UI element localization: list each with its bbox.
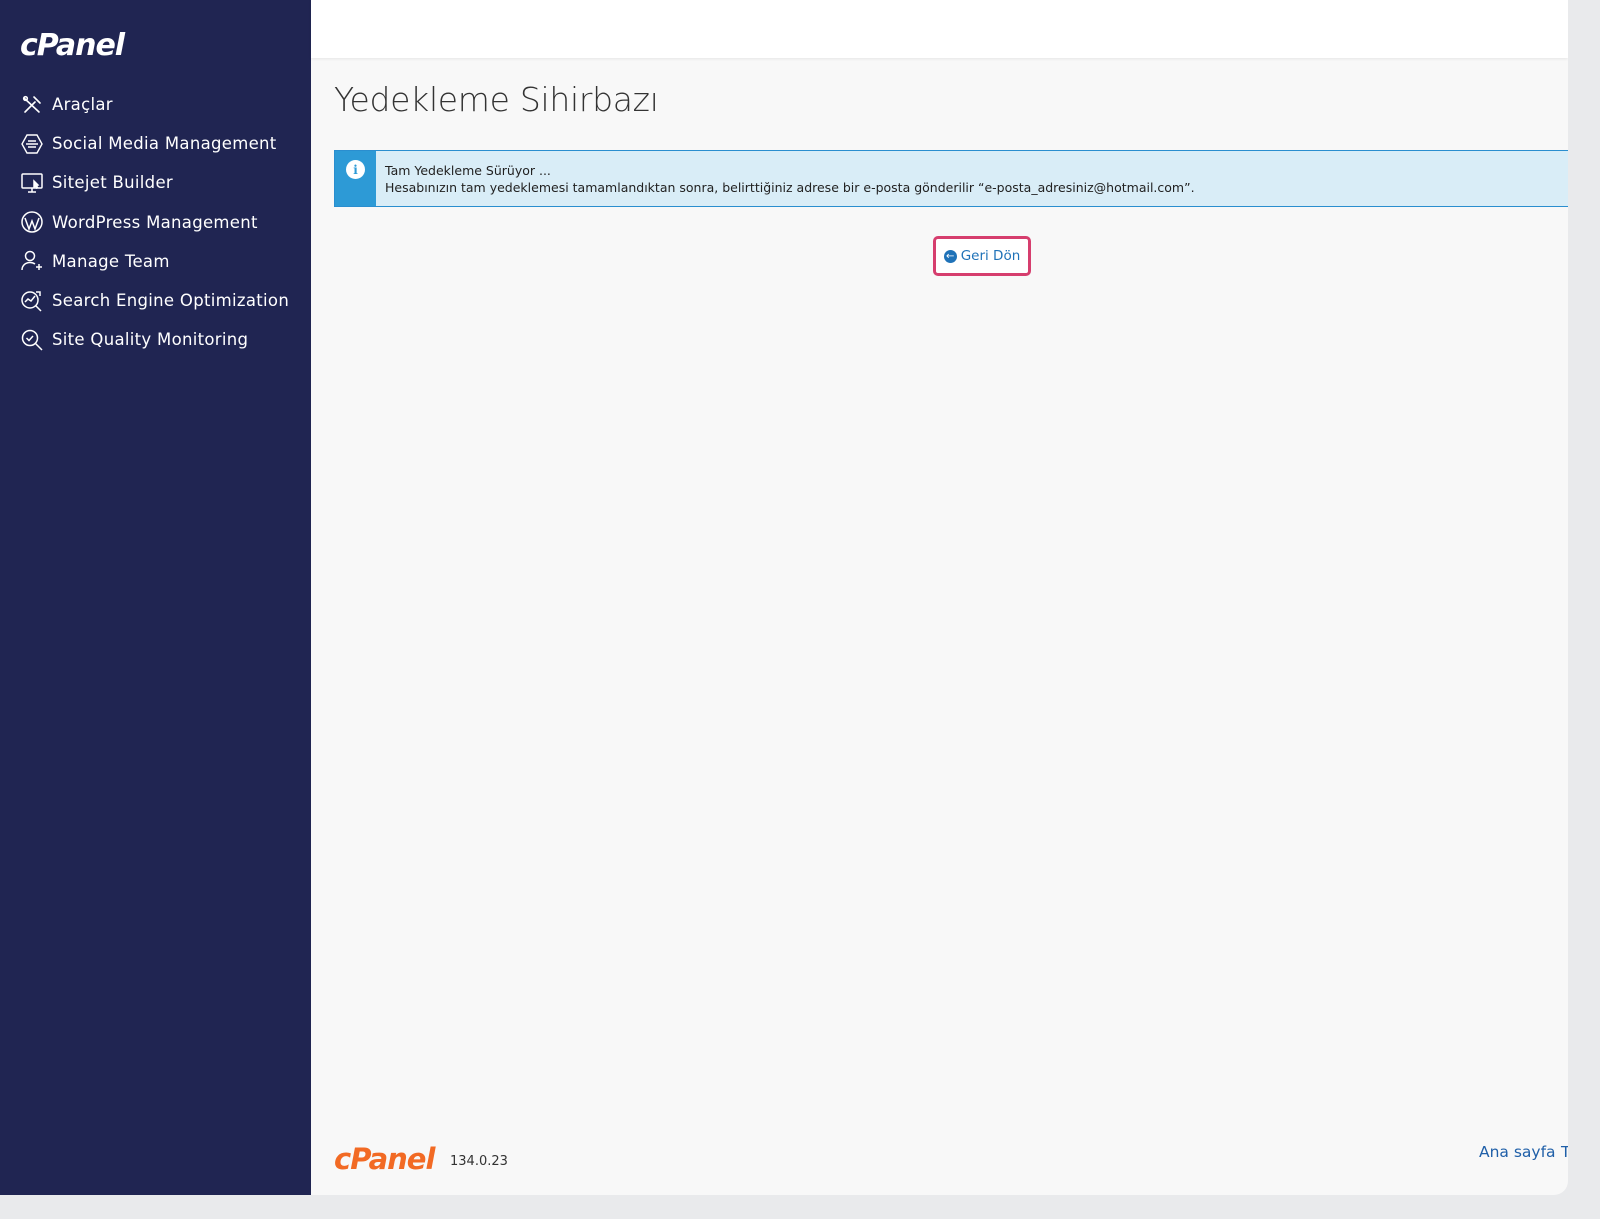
footer-cpanel-logo[interactable]: cPanel [334,1142,435,1176]
sidebar-item-label: Social Media Management [52,134,277,154]
wordpress-icon [20,210,44,234]
info-icon: i [346,160,365,179]
footer-link-home[interactable]: Ana sayfa [1479,1143,1556,1161]
app-window: cPanel Araçlar Social Media Management S… [0,0,1568,1195]
alert-heading: Tam Yedekleme Sürüyor ... [385,163,551,178]
sidebar-item-site-quality[interactable]: Site Quality Monitoring [0,320,311,359]
user-add-icon [20,249,44,273]
sidebar-nav: Araçlar Social Media Management Sitejet … [0,85,311,359]
sidebar-item-label: Araçlar [52,95,113,115]
sidebar-item-label: WordPress Management [52,212,258,232]
alert-text: Tam Yedekleme Sürüyor ... Hesabınızın ta… [385,162,1195,196]
alert-side-bar: i [335,151,376,206]
sidebar-item-label: Search Engine Optimization [52,291,290,311]
version-text: 134.0.23 [450,1154,508,1169]
info-alert: i Tam Yedekleme Sürüyor ... Hesabınızın … [334,150,1568,207]
cpanel-logo[interactable]: cPanel [20,28,125,63]
sidebar-item-label: Site Quality Monitoring [52,330,249,350]
sidebar-item-social-media[interactable]: Social Media Management [0,124,311,163]
magnify-check-icon [20,328,44,352]
top-bar [311,0,1568,58]
arrow-left-circle-icon: ← [943,249,957,263]
social-media-icon [20,132,44,156]
sidebar-item-wordpress[interactable]: WordPress Management [0,203,311,242]
seo-chart-icon [20,289,44,313]
tools-icon [20,93,44,117]
page-title: Yedekleme Sihirbazı [334,80,659,119]
footer-link-truncated[interactable]: T [1561,1143,1568,1161]
monitor-icon [20,171,44,195]
sidebar: cPanel Araçlar Social Media Management S… [0,0,311,1195]
sidebar-item-araclar[interactable]: Araçlar [0,85,311,124]
alert-message: Hesabınızın tam yedeklemesi tamamlandıkt… [385,180,1195,195]
back-button-label: Geri Dön [960,248,1021,264]
sidebar-item-label: Sitejet Builder [52,173,173,193]
back-button[interactable]: ← Geri Dön [933,236,1031,276]
sidebar-item-sitejet[interactable]: Sitejet Builder [0,163,311,202]
sidebar-item-label: Manage Team [52,251,170,271]
sidebar-item-seo[interactable]: Search Engine Optimization [0,281,311,320]
sidebar-item-manage-team[interactable]: Manage Team [0,242,311,281]
